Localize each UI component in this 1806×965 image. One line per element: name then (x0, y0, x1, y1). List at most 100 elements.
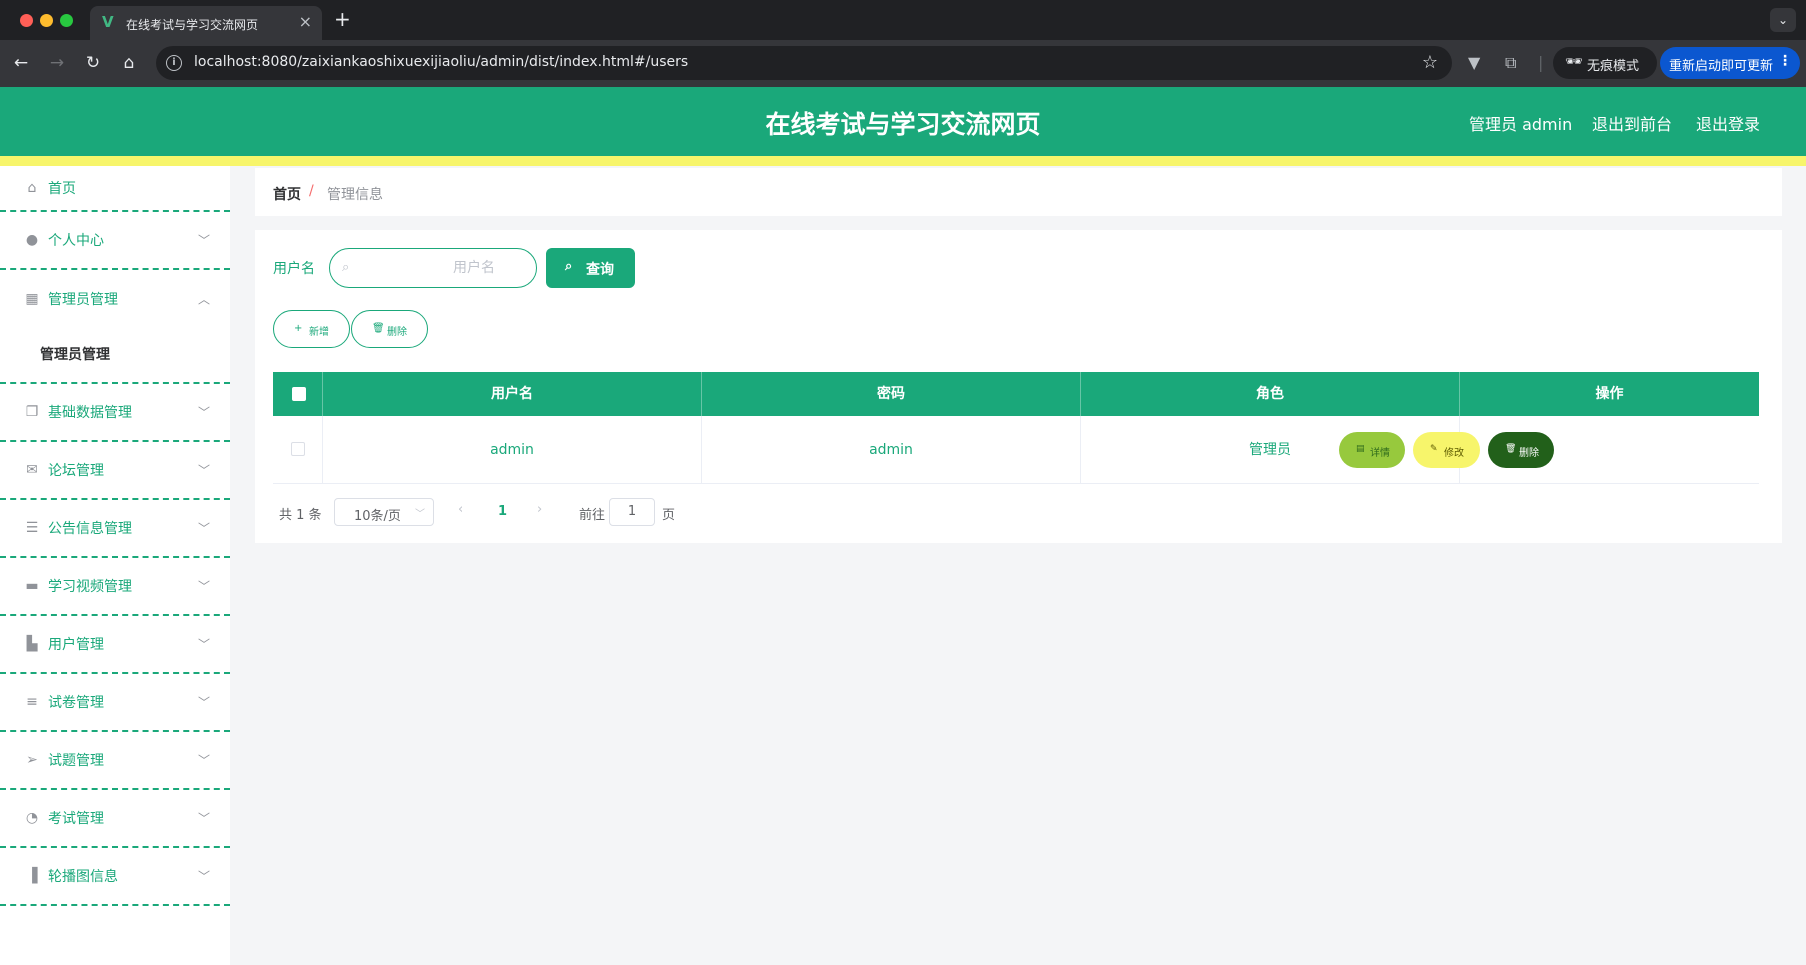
query-button[interactable]: ⌕ 查询 (546, 248, 635, 288)
sidebar-item-label: 公告信息管理 (48, 521, 132, 537)
sidebar-item-basic-data[interactable]: ❐ 基础数据管理 ﹀ (0, 384, 230, 442)
extensions-icon[interactable]: ⧉ (1505, 53, 1516, 73)
back-icon[interactable]: ← (10, 52, 32, 74)
edit-icon: ✎ (1430, 444, 1438, 454)
edit-button[interactable]: ✎ 修改 (1413, 432, 1480, 468)
search-icon: ⌕ (565, 259, 573, 274)
tab-title: 在线考试与学习交流网页 (126, 18, 259, 32)
column-header[interactable]: 密码 (702, 372, 1081, 416)
sidebar-item-label: 轮播图信息 (48, 869, 118, 885)
sidebar-item-label: 基础数据管理 (48, 405, 132, 421)
sidebar-item-admin-management[interactable]: ▦ 管理员管理 ︿ (0, 270, 230, 328)
breadcrumb-home[interactable]: 首页 (273, 184, 301, 204)
plus-icon: + (294, 323, 303, 334)
prev-page-icon[interactable]: ‹ (458, 502, 463, 517)
trash-icon: 🗑 (1505, 444, 1517, 454)
submenu-label: 管理员管理 (40, 347, 110, 363)
sidebar-item-label: 管理员管理 (48, 292, 118, 308)
reload-icon[interactable]: ↻ (82, 52, 104, 74)
sidebar-item-notice[interactable]: ☰ 公告信息管理 ﹀ (0, 500, 230, 558)
tab-close-icon[interactable]: × (299, 13, 312, 31)
sidebar-item-label: 用户管理 (48, 637, 104, 653)
sidebar-item-users[interactable]: ▙ 用户管理 ﹀ (0, 616, 230, 674)
search-label: 用户名 (273, 261, 315, 277)
add-button[interactable]: + 新增 (273, 310, 350, 348)
copy-icon: ❐ (25, 404, 39, 420)
search-input[interactable] (360, 257, 528, 279)
sidebar-item-home[interactable]: ⌂ 首页 (0, 166, 230, 212)
sidebar-item-carousel[interactable]: ▐ 轮播图信息 ﹀ (0, 848, 230, 906)
minimize-window-button[interactable] (40, 14, 53, 27)
goto-label: 前往 (579, 508, 606, 523)
submenu-item-admin-management[interactable]: 管理员管理 (0, 328, 230, 384)
row-select-cell (273, 416, 323, 484)
forward-icon[interactable]: → (46, 52, 68, 74)
send-icon: ➢ (26, 752, 38, 768)
column-header[interactable]: 用户名 (323, 372, 702, 416)
more-menu-icon[interactable]: ⋮ (1778, 53, 1792, 69)
page-suffix: 页 (662, 508, 676, 523)
sidebar-item-label: 考试管理 (48, 811, 104, 827)
close-window-button[interactable] (20, 14, 33, 27)
logout-link[interactable]: 退出登录 (1696, 111, 1760, 135)
breadcrumb: 首页 / 管理信息 (255, 168, 1782, 216)
suitcase-icon: ▙ (26, 636, 38, 652)
detail-button[interactable]: ▤ 详情 (1339, 432, 1405, 468)
document-icon: ▤ (1356, 444, 1365, 454)
search-input-wrapper[interactable]: ⌕ (329, 248, 537, 288)
header-select-cell (273, 372, 323, 416)
vue-devtools-icon[interactable]: ▼ (1468, 53, 1480, 73)
column-header: 操作 (1595, 386, 1624, 402)
chevron-down-icon: ﹀ (197, 811, 210, 826)
home-icon: ⌂ (27, 180, 37, 196)
sidebar-item-label: 首页 (48, 181, 76, 197)
goto-page-input[interactable]: 1 (609, 498, 655, 526)
address-bar[interactable]: i localhost:8080/zaixiankaoshixuexijiaol… (156, 46, 1452, 80)
select-all-checkbox[interactable] (292, 387, 306, 401)
chevron-down-icon: ﹀ (415, 509, 425, 520)
sidebar-item-personal-center[interactable]: ● 个人中心 ﹀ (0, 212, 230, 270)
header-stripe (0, 156, 1806, 166)
sidebar-item-exams[interactable]: ◔ 考试管理 ﹀ (0, 790, 230, 848)
incognito-badge[interactable]: 🕶 无痕模式 (1553, 47, 1657, 79)
url-text[interactable]: localhost:8080/zaixiankaoshixuexijiaoliu… (194, 54, 688, 70)
new-tab-icon[interactable]: + (334, 8, 351, 30)
sidebar-item-label: 试题管理 (48, 753, 104, 769)
update-button[interactable]: 重新启动即可更新 ⋮ (1660, 47, 1800, 79)
delete-button-label: 删除 (387, 327, 407, 338)
cell-username: admin (323, 416, 702, 484)
sidebar-item-label: 试卷管理 (48, 695, 104, 711)
pagination-total: 共 1 条 (279, 508, 322, 523)
tab-search-icon[interactable]: ⌄ (1770, 8, 1796, 32)
sidebar-item-label: 学习视频管理 (48, 579, 132, 595)
vue-logo-icon: V (102, 13, 114, 31)
sort-icon: ≡ (26, 694, 38, 710)
table-row: admin admin 管理员 ▤ 详情 ✎ 修改 🗑 删除 (273, 416, 1759, 484)
column-header[interactable]: 角色 (1081, 372, 1460, 416)
sidebar-item-questions[interactable]: ➢ 试题管理 ﹀ (0, 732, 230, 790)
maximize-window-button[interactable] (60, 14, 73, 27)
bar-chart-icon: ▐ (26, 868, 38, 884)
dashboard-icon: ◔ (25, 810, 39, 826)
home-browser-icon[interactable]: ⌂ (118, 52, 140, 74)
incognito-icon: 🕶 (1565, 54, 1583, 70)
next-page-icon[interactable]: › (537, 502, 542, 517)
grid-icon: ▦ (25, 291, 39, 307)
sidebar-item-forum[interactable]: ✉ 论坛管理 ﹀ (0, 442, 230, 500)
sidebar-item-video[interactable]: ▬ 学习视频管理 ﹀ (0, 558, 230, 616)
browser-tab[interactable]: V 在线考试与学习交流网页 × (90, 6, 322, 40)
back-to-front-link[interactable]: 退出到前台 (1592, 111, 1672, 135)
delete-row-button[interactable]: 🗑 删除 (1488, 432, 1554, 468)
site-info-icon[interactable]: i (166, 55, 182, 71)
page-number[interactable]: 1 (498, 504, 507, 519)
bookmark-star-icon[interactable]: ☆ (1422, 52, 1438, 73)
monitor-icon: ▬ (25, 578, 39, 594)
toolbar-divider: | (1538, 53, 1544, 72)
sidebar-item-papers[interactable]: ≡ 试卷管理 ﹀ (0, 674, 230, 732)
row-checkbox[interactable] (291, 442, 305, 456)
chevron-up-icon: ︿ (197, 292, 210, 307)
chevron-down-icon: ﹀ (197, 695, 210, 710)
chevron-down-icon: ﹀ (197, 869, 210, 884)
batch-delete-button[interactable]: 🗑 删除 (351, 310, 428, 348)
page-size-select[interactable]: 10条/页 ﹀ (334, 498, 434, 526)
